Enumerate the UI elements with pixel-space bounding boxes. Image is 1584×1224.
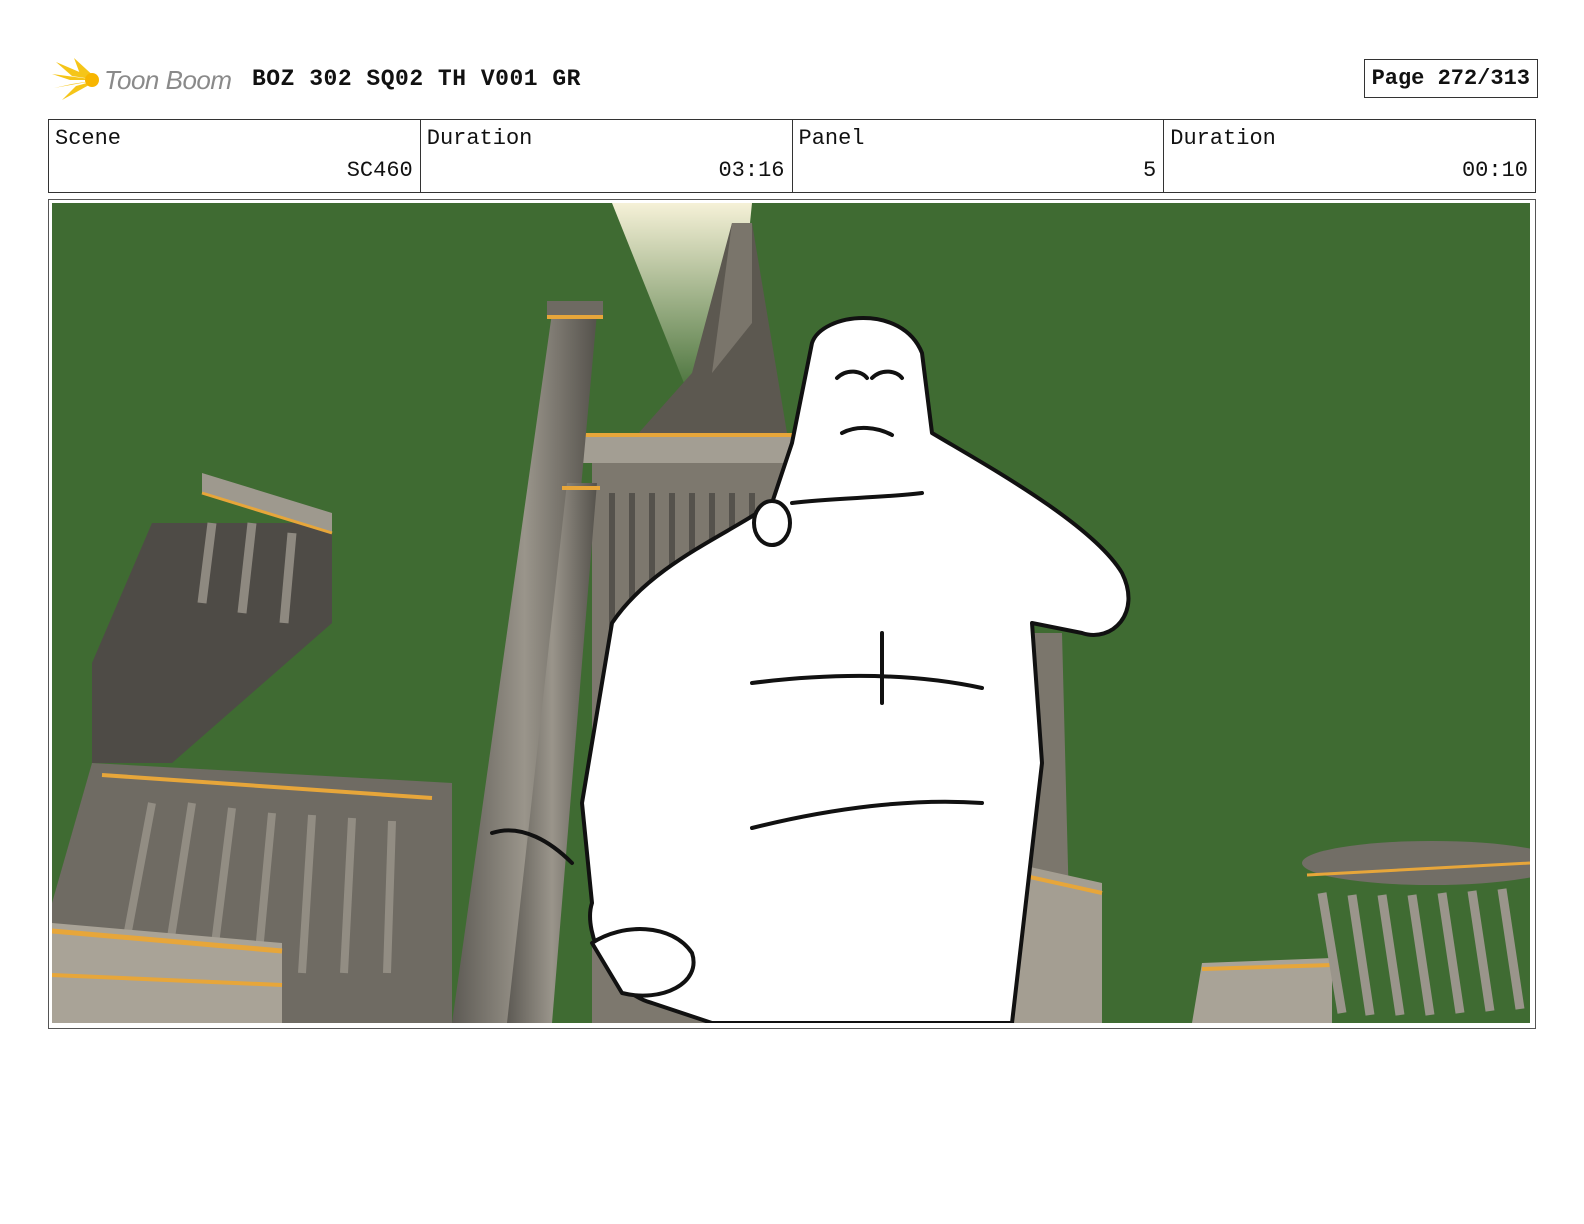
panel-label: Panel [798, 126, 865, 151]
scene-value: SC460 [346, 158, 413, 183]
panel-duration-cell: Duration 00:10 [1164, 120, 1535, 192]
scene-duration-value: 03:16 [718, 158, 785, 183]
toon-boom-logo: Toon Boom [52, 56, 242, 104]
storyboard-frame [48, 199, 1536, 1029]
scene-info-table: Scene SC460 Duration 03:16 Panel 5 Durat… [48, 119, 1536, 193]
document-title: BOZ 302 SQ02 TH V001 GR [252, 66, 581, 92]
scene-duration-cell: Duration 03:16 [421, 120, 793, 192]
page-header: Toon Boom BOZ 302 SQ02 TH V001 GR Page 2… [52, 54, 1538, 106]
panel-cell: Panel 5 [793, 120, 1165, 192]
logo-text: Toon Boom [104, 65, 232, 95]
panel-value: 5 [1143, 158, 1157, 183]
panel-duration-label: Duration [1170, 126, 1276, 151]
toon-boom-logo-icon [52, 58, 99, 100]
panel-duration-value: 00:10 [1461, 158, 1528, 183]
panel-artwork [52, 203, 1530, 1023]
scene-label: Scene [55, 126, 122, 151]
page-number: Page 272/313 [1363, 59, 1538, 98]
scene-duration-label: Duration [426, 126, 533, 151]
scene-cell: Scene SC460 [49, 120, 421, 192]
storyboard-panel-image [52, 203, 1530, 1023]
